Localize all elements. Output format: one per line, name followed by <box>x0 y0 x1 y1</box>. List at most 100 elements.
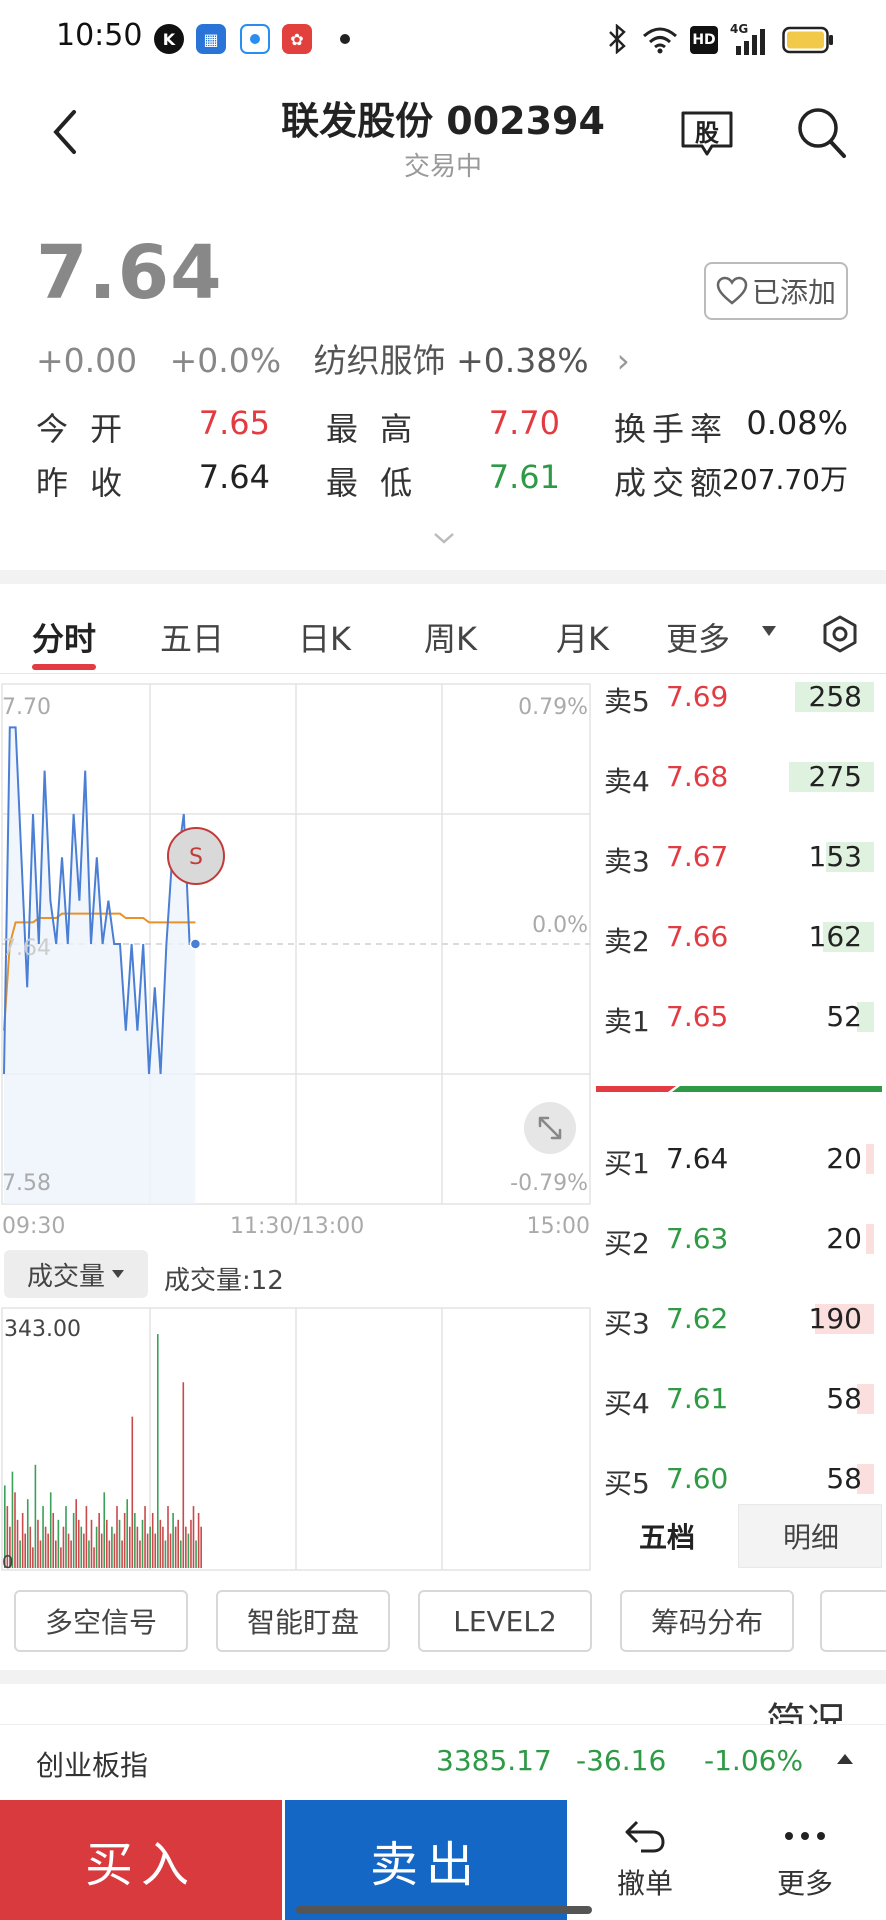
bid-level-row[interactable]: 买1 7.64 20 <box>604 1142 874 1182</box>
volume-bar <box>159 1519 162 1568</box>
undo-icon <box>625 1820 665 1853</box>
expand-up-icon[interactable] <box>836 1752 854 1766</box>
volume-bar <box>29 1526 32 1568</box>
stat-label: 成交额 <box>614 464 729 502</box>
feature-button[interactable]: LEVEL2 <box>418 1590 592 1652</box>
volume-bar <box>164 1540 167 1568</box>
tab-1[interactable]: 五日 <box>160 614 224 660</box>
buy-button[interactable]: 买入 <box>0 1800 282 1920</box>
volume-value: 成交量:12 <box>164 1266 284 1296</box>
stat-label: 昨 收 <box>36 464 129 502</box>
volume-bar <box>98 1512 100 1568</box>
volume-bar <box>85 1506 88 1568</box>
pct-top-label: 0.79% <box>518 695 588 720</box>
industry-link[interactable]: 纺织服饰 +0.38% › <box>314 341 652 380</box>
time-mid-label: 11:30/13:00 <box>230 1214 365 1239</box>
indicator-selector[interactable]: 成交量 <box>4 1250 148 1298</box>
feature-button[interactable]: 多空信号 <box>14 1590 188 1652</box>
stat-label: 今 开 <box>36 410 129 448</box>
volume-bar <box>113 1533 116 1568</box>
tab-3[interactable]: 周K <box>424 614 477 660</box>
intraday-price-chart[interactable]: 7.70 7.64 7.58 0.79% 0.0% -0.79% S <box>0 680 592 1230</box>
sell-button[interactable]: 卖出 <box>285 1800 567 1920</box>
more-button[interactable]: 更多 <box>740 1800 870 1920</box>
tab-0[interactable]: 分时 <box>32 614 96 660</box>
stat-label: 最 高 <box>326 410 419 448</box>
stock-discussion-icon[interactable]: 股 <box>680 110 734 158</box>
stat-value: 7.65 <box>198 404 270 442</box>
latest-price-dot <box>189 938 202 950</box>
bid-level-row[interactable]: 买4 7.61 58 <box>604 1382 874 1422</box>
app-notification-icon: ▦ <box>196 24 226 54</box>
level-price: 7.68 <box>666 760 729 793</box>
more-notifications-icon <box>340 34 350 44</box>
more-dropdown-icon[interactable] <box>760 624 778 638</box>
index-change-pct: -1.06% <box>704 1744 804 1777</box>
volume-bar <box>24 1533 26 1568</box>
feature-button[interactable]: 智能盯盘 <box>216 1590 390 1652</box>
level-price: 7.69 <box>666 680 729 713</box>
volume-bar <box>32 1547 34 1568</box>
price-bottom-label: 7.58 <box>2 1171 51 1196</box>
level-volume: 20 <box>826 1222 862 1255</box>
volume-bar <box>106 1519 108 1568</box>
volume-bar <box>49 1492 52 1568</box>
volume-bars <box>4 1334 202 1568</box>
stat-value: 0.08% <box>746 404 848 442</box>
bid-level-row[interactable]: 买2 7.63 20 <box>604 1222 874 1262</box>
volume-bar <box>197 1512 200 1568</box>
level-label: 买1 <box>604 1147 650 1180</box>
volume-bar <box>179 1540 182 1568</box>
price-area-fill <box>4 727 196 1204</box>
tab-trade-details[interactable]: 明细 <box>740 1504 882 1568</box>
bid-level-row[interactable]: 买5 7.60 58 <box>604 1462 874 1502</box>
feature-button[interactable]: 筹码分布 <box>620 1590 794 1652</box>
pct-mid-label: 0.0% <box>532 913 588 938</box>
level-price: 7.63 <box>666 1222 729 1255</box>
fullscreen-icon <box>524 1102 576 1154</box>
cancel-order-button[interactable]: 撤单 <box>580 1800 710 1920</box>
volume-bar <box>103 1492 106 1568</box>
price-change-pct: +0.0% <box>169 341 282 380</box>
volume-bar <box>57 1519 60 1568</box>
tab-5[interactable]: 更多 <box>666 614 730 660</box>
volume-bar <box>111 1526 113 1568</box>
level-volume: 258 <box>808 680 862 713</box>
expand-chevron-icon[interactable] <box>432 530 456 546</box>
tab-five-levels[interactable]: 五档 <box>596 1504 739 1568</box>
search-icon[interactable] <box>796 106 848 160</box>
stat-label: 最 低 <box>326 464 419 502</box>
ask-level-row[interactable]: 卖2 7.66 162 <box>604 920 874 960</box>
tab-2[interactable]: 日K <box>298 614 351 660</box>
ask-level-row[interactable]: 卖3 7.67 153 <box>604 840 874 880</box>
volume-bar <box>169 1533 172 1568</box>
volume-bar <box>75 1499 77 1568</box>
volume-max-label: 343.00 <box>4 1317 81 1342</box>
added-to-watchlist-button[interactable]: 已添加 <box>704 262 848 320</box>
volume-bar <box>182 1382 185 1568</box>
volume-bar <box>134 1512 136 1568</box>
tabs-divider <box>0 673 886 674</box>
signal-marker-label: S <box>189 845 203 870</box>
level-price: 7.64 <box>666 1142 729 1175</box>
trading-status: 交易中 <box>403 152 482 182</box>
volume-bar <box>128 1526 131 1568</box>
level-volume: 275 <box>808 760 862 793</box>
index-name: 创业板指 <box>36 1749 149 1782</box>
bid-level-row[interactable]: 买3 7.62 190 <box>604 1302 874 1342</box>
level-label: 买5 <box>604 1467 650 1500</box>
volume-bar <box>52 1512 55 1568</box>
ask-level-row[interactable]: 卖4 7.68 275 <box>604 760 874 800</box>
tab-4[interactable]: 月K <box>556 614 609 660</box>
ask-level-row[interactable]: 卖5 7.69 258 <box>604 680 874 720</box>
level-label: 卖4 <box>604 765 650 798</box>
home-indicator[interactable] <box>296 1906 592 1914</box>
ask-level-row[interactable]: 卖1 7.65 52 <box>604 1000 874 1040</box>
price-mid-label: 7.64 <box>2 936 51 961</box>
change-row: +0.00 +0.0% 纺织服饰 +0.38% › <box>36 334 674 382</box>
volume-bar <box>144 1506 146 1568</box>
chart-settings-icon[interactable] <box>820 614 860 654</box>
level-volume: 20 <box>826 1142 862 1175</box>
feature-button-overflow[interactable] <box>820 1590 886 1652</box>
volume-bar <box>136 1526 139 1568</box>
